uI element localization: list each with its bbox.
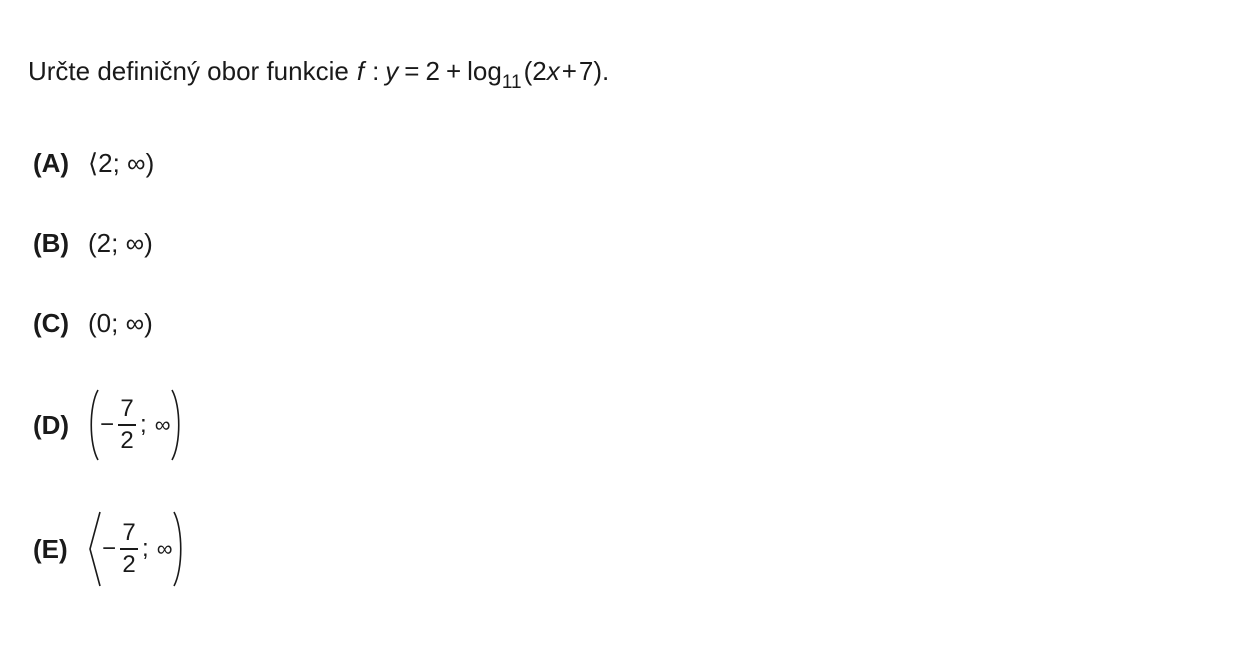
option-e-label: (E) [33, 533, 68, 564]
option-d-semicolon: ; [140, 411, 147, 438]
formula-equals: = [404, 56, 420, 86]
option-b[interactable]: (B) (2; ∞) [33, 228, 153, 259]
formula-two: 2 [425, 56, 440, 86]
option-a-label: (A) [33, 148, 70, 178]
option-d-infinity: ∞ [154, 412, 171, 437]
left-angle-bracket [89, 511, 101, 587]
option-e-infinity: ∞ [156, 536, 173, 561]
option-e-fraction: 7 2 [120, 519, 139, 578]
option-d-fraction: 7 2 [118, 395, 137, 454]
formula-log: log [467, 56, 502, 86]
option-d-numerator: 7 [120, 395, 134, 423]
formula-colon: : [372, 56, 380, 86]
formula-y: y [385, 56, 399, 86]
option-c-label: (C) [33, 308, 70, 338]
option-d-denominator: 2 [120, 426, 134, 454]
right-paren [173, 511, 182, 587]
option-d-label: (D) [33, 409, 70, 440]
option-b-label: (B) [33, 228, 70, 258]
option-b-interval: (2; ∞) [88, 228, 153, 258]
right-paren [171, 389, 180, 461]
formula-arg-x: x [546, 56, 560, 86]
option-e-minus: − [102, 535, 117, 562]
formula-arg-7: 7 [578, 56, 594, 86]
option-e[interactable]: (E) − 7 2 ; ∞ [33, 510, 184, 588]
formula-log-base: 11 [501, 72, 522, 93]
option-e-semicolon: ; [142, 535, 149, 562]
option-e-denominator: 2 [122, 550, 136, 578]
formula-close-paren: ). [593, 56, 610, 86]
option-c[interactable]: (C) (0; ∞) [33, 308, 153, 339]
question-prompt: Určte definičný obor funkcie [28, 56, 349, 86]
formula-arg-plus: + [561, 56, 577, 86]
option-d[interactable]: (D) − 7 2 ; ∞ [33, 388, 182, 462]
left-paren [90, 389, 99, 461]
question-text: Určte definičný obor funkcie f : y = 2 +… [28, 56, 610, 93]
option-c-interval: (0; ∞) [88, 308, 153, 338]
formula-open-paren: ( [523, 56, 533, 86]
option-d-interval: − 7 2 ; ∞ [88, 388, 182, 462]
option-d-minus: − [100, 411, 115, 438]
option-a-interval: ⟨2; ∞) [88, 148, 155, 178]
option-e-numerator: 7 [122, 519, 136, 547]
function-formula: f : y = 2 + log 11 ( 2 x + 7 ). [356, 56, 610, 93]
option-a[interactable]: (A) ⟨2; ∞) [33, 148, 154, 179]
formula-f: f [356, 56, 365, 86]
formula-arg-2: 2 [532, 56, 547, 86]
formula-plus: + [445, 56, 462, 86]
option-e-interval: − 7 2 ; ∞ [88, 510, 184, 588]
